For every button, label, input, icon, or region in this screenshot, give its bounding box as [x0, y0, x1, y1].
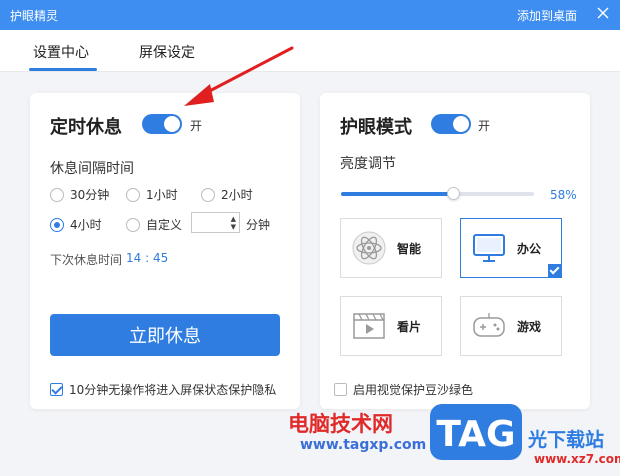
active-tab-indicator [29, 68, 97, 71]
brightness-slider-fill [341, 192, 453, 196]
interval-option-label: 1小时 [146, 188, 178, 202]
eye-protection-heading: 护眼模式 [340, 117, 412, 138]
watermark-download-site: 光下载站 [528, 429, 605, 451]
checkbox-icon [334, 383, 347, 396]
interval-option-2h[interactable]: 2小时 [201, 186, 253, 203]
brightness-slider[interactable] [341, 187, 534, 200]
green-protection-label: 启用视觉保护豆沙绿色 [353, 383, 474, 397]
stepper-arrows-icon[interactable]: ▲ ▼ [231, 215, 236, 231]
interval-option-30min[interactable]: 30分钟 [50, 186, 109, 203]
custom-minutes-stepper[interactable]: ▲ ▼ [191, 212, 240, 233]
mode-label: 看片 [397, 320, 422, 334]
mode-movie[interactable]: 看片 [340, 296, 442, 356]
watermark-url: www.tagxp.com [300, 437, 427, 453]
logo-text: TAG [436, 414, 515, 455]
brightness-value: 58% [550, 188, 577, 202]
selected-check-icon [548, 264, 562, 278]
mode-office[interactable]: 办公 [460, 218, 562, 278]
eye-protection-toggle[interactable] [431, 114, 471, 134]
mode-label: 智能 [397, 242, 422, 256]
brightness-slider-handle[interactable] [447, 187, 460, 200]
watermark-url-2: www.xz7.com [534, 452, 620, 466]
interval-option-label: 4小时 [70, 218, 102, 232]
interval-option-1h[interactable]: 1小时 [126, 186, 178, 203]
film-icon [353, 313, 385, 339]
watermark-site-name: 电脑技术网 [288, 412, 393, 436]
radio-icon [50, 187, 64, 202]
tag-logo-icon: TAG [430, 404, 522, 460]
interval-option-4h[interactable]: 4小时 [50, 216, 102, 233]
tab-settings-center[interactable]: 设置中心 [33, 42, 89, 62]
gamepad-icon [473, 313, 505, 337]
mode-smart[interactable]: 智能 [340, 218, 442, 278]
next-rest-label: 下次休息时间 [50, 253, 123, 267]
eye-protection-toggle-label: 开 [478, 119, 491, 133]
radio-icon [126, 217, 140, 232]
radio-icon [201, 187, 215, 202]
interval-option-label: 2小时 [221, 188, 253, 202]
tab-bar: 设置中心 屏保设定 [0, 30, 620, 72]
atom-icon [352, 231, 386, 265]
rest-timer-heading: 定时休息 [50, 117, 122, 138]
app-title: 护眼精灵 [10, 9, 59, 23]
rest-timer-toggle-label: 开 [190, 119, 203, 133]
idle-screensaver-label: 10分钟无操作将进入屏保状态保护隐私 [69, 383, 277, 397]
radio-icon [126, 187, 140, 202]
custom-minutes-unit: 分钟 [246, 218, 271, 232]
rest-timer-toggle[interactable] [142, 114, 182, 134]
interval-option-custom[interactable]: 自定义 [126, 216, 182, 233]
close-icon[interactable] [596, 6, 610, 20]
radio-checked-icon [50, 217, 64, 232]
green-protection-checkbox[interactable]: 启用视觉保护豆沙绿色 [334, 381, 473, 398]
tab-screensaver[interactable]: 屏保设定 [139, 42, 195, 62]
monitor-icon [473, 234, 505, 262]
idle-screensaver-checkbox[interactable]: 10分钟无操作将进入屏保状态保护隐私 [50, 381, 276, 398]
interval-option-label: 30分钟 [70, 188, 110, 202]
rest-interval-label: 休息间隔时间 [50, 161, 134, 177]
interval-option-label: 自定义 [146, 218, 183, 232]
rest-now-button[interactable]: 立即休息 [50, 314, 280, 356]
next-rest-time: 14 : 45 [126, 251, 169, 265]
brightness-label: 亮度调节 [340, 156, 396, 172]
mode-game[interactable]: 游戏 [460, 296, 562, 356]
add-to-desktop-link[interactable]: 添加到桌面 [517, 7, 577, 24]
mode-label: 办公 [517, 242, 542, 256]
mode-label: 游戏 [517, 320, 542, 334]
checkbox-checked-icon [50, 383, 63, 396]
title-bar: 护眼精灵 添加到桌面 [0, 0, 620, 30]
